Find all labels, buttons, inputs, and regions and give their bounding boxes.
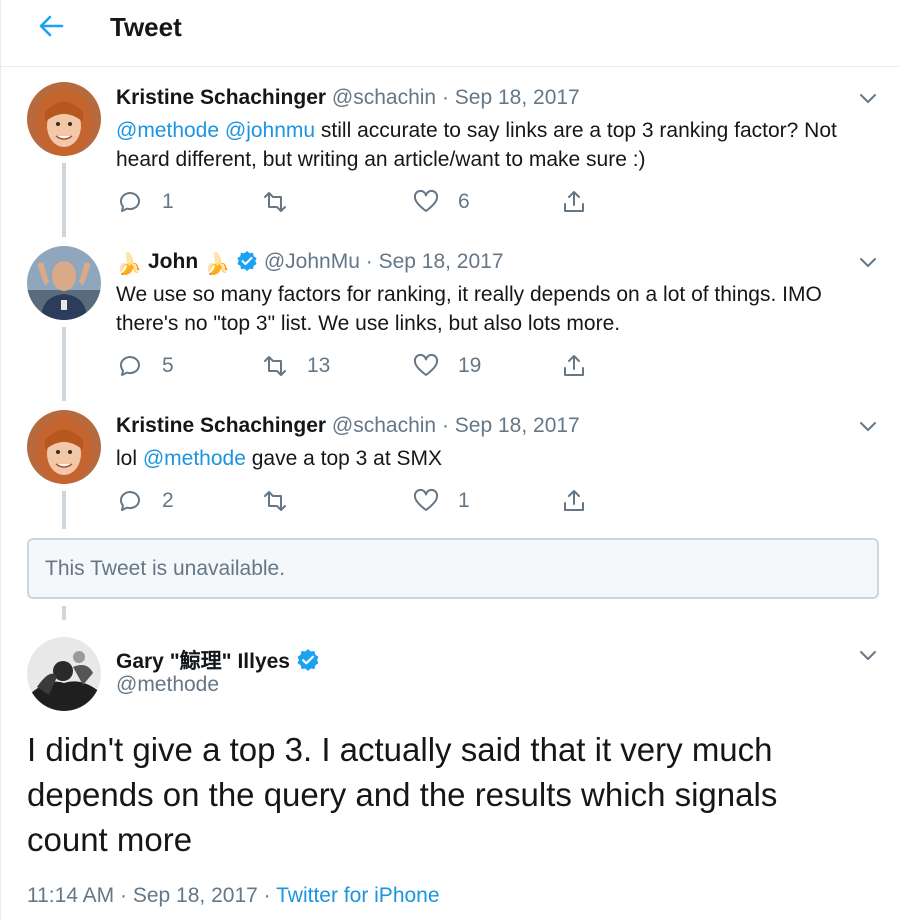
tweet-source-link[interactable]: Twitter for iPhone xyxy=(276,884,439,907)
like-button[interactable]: 19 xyxy=(412,351,481,381)
reply-count: 2 xyxy=(162,489,174,512)
reply-icon xyxy=(120,356,140,376)
banana-icon: 🍌 xyxy=(116,253,143,276)
author-name[interactable]: John xyxy=(148,250,198,273)
tweet-date[interactable]: Sep 18, 2017 xyxy=(455,414,580,437)
verified-badge-icon xyxy=(296,648,320,678)
tweet-time[interactable]: 11:14 AM xyxy=(27,884,114,907)
tweet-date[interactable]: Sep 18, 2017 xyxy=(379,250,504,273)
banana-icon: 🍌 xyxy=(204,253,231,276)
avatar[interactable] xyxy=(27,82,101,156)
reply-count: 1 xyxy=(162,190,174,213)
retweet-button[interactable]: 13 xyxy=(261,351,330,381)
tweet-header: Kristine Schachinger @schachin · Sep 18,… xyxy=(116,86,580,110)
heart-icon xyxy=(413,488,439,511)
page-title: Tweet xyxy=(110,12,182,42)
tweet-page: Tweet Kristine Schachinger @schachin · S… xyxy=(0,0,899,920)
reply-button[interactable]: 2 xyxy=(116,486,174,516)
tweet-text-segment: lol xyxy=(116,447,143,470)
avatar[interactable] xyxy=(27,246,101,320)
avatar[interactable] xyxy=(27,637,101,711)
separator: · xyxy=(365,250,373,273)
tweet-header: 🍌 John 🍌 @JohnMu · Sep 18, 2017 xyxy=(116,250,504,278)
author-handle[interactable]: @schachin xyxy=(332,414,436,437)
like-count: 1 xyxy=(458,489,470,512)
thread-line xyxy=(62,327,66,401)
author-name[interactable]: Gary "鯨理" Illyes xyxy=(116,650,290,673)
retweet-icon xyxy=(264,192,286,212)
tweet-text: We use so many factors for ranking, it r… xyxy=(116,283,822,335)
tweet-date[interactable]: Sep 18, 2017 xyxy=(133,884,258,907)
tweet-menu-button[interactable] xyxy=(857,644,879,666)
share-button[interactable] xyxy=(560,351,588,381)
chevron-down-icon xyxy=(860,651,876,660)
arrow-left-icon xyxy=(39,15,64,37)
like-button[interactable]: 6 xyxy=(412,187,470,217)
reply-button[interactable]: 1 xyxy=(116,187,174,217)
tweet-menu-button[interactable] xyxy=(857,251,879,273)
author-handle[interactable]: @methode xyxy=(116,673,219,697)
share-button[interactable] xyxy=(560,187,588,217)
thread-line xyxy=(62,491,66,529)
back-button[interactable] xyxy=(35,10,67,42)
tweet-menu-button[interactable] xyxy=(857,415,879,437)
page-header: Tweet xyxy=(1,0,899,67)
retweet-icon xyxy=(264,491,286,511)
heart-icon xyxy=(413,353,439,376)
share-icon xyxy=(564,191,584,212)
reply-icon xyxy=(120,491,140,511)
like-button[interactable]: 1 xyxy=(412,486,470,516)
thread-line xyxy=(62,163,66,237)
share-icon xyxy=(564,490,584,511)
chevron-down-icon xyxy=(860,258,876,267)
retweet-icon xyxy=(264,356,286,376)
tweet-menu-button[interactable] xyxy=(857,87,879,109)
author-handle[interactable]: @schachin xyxy=(332,86,436,109)
tweet-actions: 2 1 xyxy=(116,486,616,516)
mention-link[interactable]: @methode xyxy=(116,119,219,142)
retweet-button[interactable] xyxy=(261,486,307,516)
author-name[interactable]: Kristine Schachinger xyxy=(116,86,326,109)
share-button[interactable] xyxy=(560,486,588,516)
separator: · xyxy=(441,414,449,437)
chevron-down-icon xyxy=(860,94,876,103)
mention-link[interactable]: @methode xyxy=(143,447,246,470)
tweet-header: Kristine Schachinger @schachin · Sep 18,… xyxy=(116,414,580,438)
separator: · xyxy=(120,884,128,907)
reply-button[interactable]: 5 xyxy=(116,351,174,381)
reply-count: 5 xyxy=(162,354,174,377)
main-tweet-text: I didn't give a top 3. I actually said t… xyxy=(27,731,778,858)
chevron-down-icon xyxy=(860,422,876,431)
mention-link[interactable]: @johnmu xyxy=(225,119,315,142)
verified-badge-icon xyxy=(236,250,258,278)
separator: · xyxy=(441,86,449,109)
tweet-actions: 1 6 xyxy=(116,187,616,217)
tweet-text-segment: gave a top 3 at SMX xyxy=(245,447,443,470)
separator: · xyxy=(263,884,271,907)
author-handle[interactable]: @JohnMu xyxy=(264,250,360,273)
like-count: 6 xyxy=(458,190,470,213)
avatar[interactable] xyxy=(27,410,101,484)
unavailable-text: This Tweet is unavailable. xyxy=(45,557,286,580)
tweet-timestamp-row: 11:14 AM · Sep 18, 2017 · Twitter for iP… xyxy=(27,884,440,908)
thread-line xyxy=(62,606,66,620)
author-name[interactable]: Kristine Schachinger xyxy=(116,414,326,437)
share-icon xyxy=(564,355,584,376)
retweet-button[interactable] xyxy=(261,187,307,217)
tweet-text: lol @methode gave a top 3 at SMX xyxy=(116,444,886,473)
retweet-count: 13 xyxy=(307,354,331,377)
tweet-date[interactable]: Sep 18, 2017 xyxy=(455,86,580,109)
heart-icon xyxy=(413,189,439,212)
tweet-text: @methode @johnmu still accurate to say l… xyxy=(116,116,886,174)
like-count: 19 xyxy=(458,354,482,377)
tweet-actions: 5 13 19 xyxy=(116,351,616,381)
reply-icon xyxy=(120,192,140,212)
unavailable-tweet-notice: This Tweet is unavailable. xyxy=(27,538,879,599)
